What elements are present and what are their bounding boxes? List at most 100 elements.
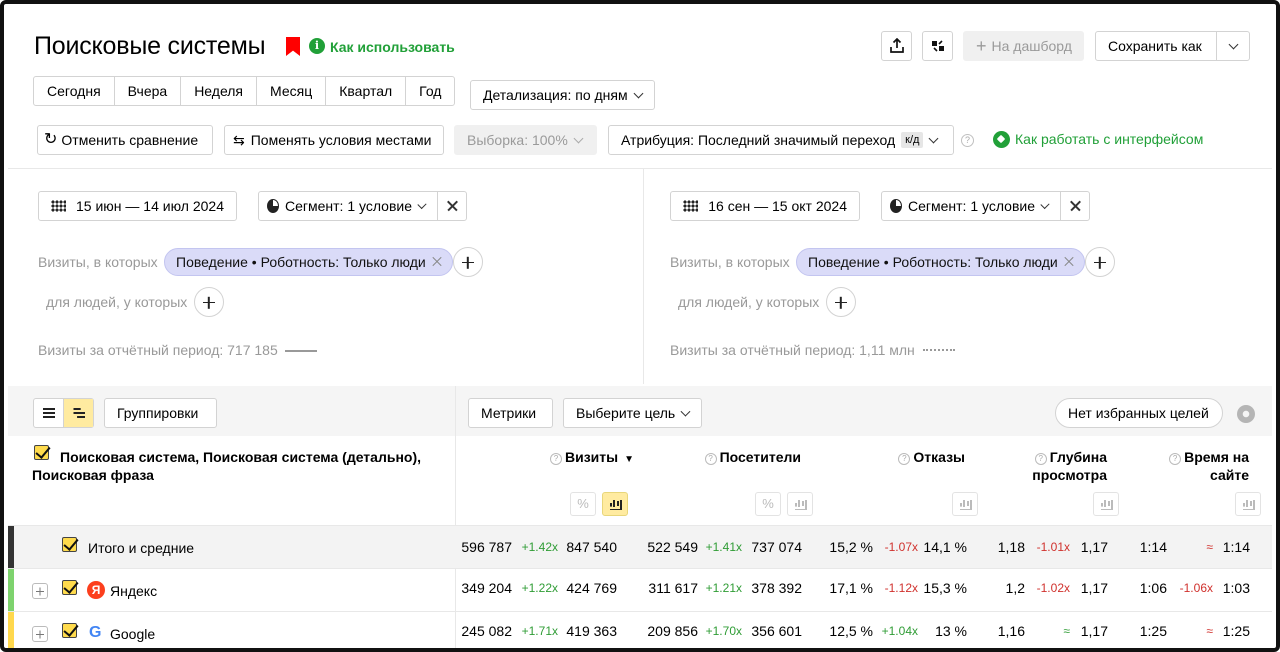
period-week[interactable]: Неделя — [181, 77, 258, 105]
bar-chart-icon — [1243, 500, 1255, 510]
date-range-a[interactable]: 15 июн — 14 июл 2024 — [38, 191, 237, 221]
help-icon[interactable]: ? — [898, 453, 911, 465]
pie-chart-icon — [267, 199, 279, 213]
remove-segment-b-button[interactable] — [1060, 191, 1090, 221]
help-icon[interactable]: ? — [549, 453, 562, 465]
chart-toggle[interactable] — [1235, 492, 1261, 516]
remove-segment-a-button[interactable] — [437, 191, 467, 221]
visits-total-a: Визиты за отчётный период: 717 185 — [38, 342, 278, 358]
dimension-header[interactable]: Поисковая система, Поисковая система (де… — [32, 448, 432, 484]
chart-toggle[interactable] — [1093, 492, 1119, 516]
share-icon — [889, 38, 904, 53]
divider — [8, 168, 1272, 169]
chevron-down-icon — [633, 88, 644, 98]
condition-chip-b[interactable]: Поведение • Роботность: Только люди — [796, 248, 1085, 276]
attribution-label: Атрибуция: Последний значимый переход — [621, 132, 896, 148]
percent-icon: % — [762, 496, 774, 511]
attribution-dropdown[interactable]: Атрибуция: Последний значимый переход к/… — [608, 125, 954, 155]
period-yesterday[interactable]: Вчера — [115, 77, 182, 105]
row-checkbox[interactable] — [62, 580, 77, 595]
chip-separator: • — [251, 254, 257, 270]
people-where-label: для людей, у которых — [46, 294, 188, 310]
row-checkbox[interactable] — [62, 623, 77, 638]
swap-conditions-label: Поменять условия местами — [250, 132, 432, 148]
segment-dropdown-b[interactable]: Сегмент: 1 условие — [881, 191, 1061, 221]
help-icon[interactable]: ? — [961, 134, 974, 147]
help-icon[interactable]: ? — [704, 453, 717, 465]
bookmark-icon[interactable] — [286, 37, 300, 56]
how-to-use-link[interactable]: Как использовать — [330, 39, 455, 55]
cell-change: +1.21x — [705, 581, 742, 595]
how-to-work-link[interactable]: Как работать с интерфейсом — [1015, 131, 1203, 147]
divider — [643, 169, 644, 384]
cell-change: +1.42x — [521, 540, 558, 554]
detail-dropdown[interactable]: Детализация: по дням — [470, 80, 655, 110]
period-year[interactable]: Год — [406, 77, 454, 105]
save-as-button[interactable]: Сохранить как — [1095, 31, 1217, 61]
date-range-a-label: 15 июн — 14 июл 2024 — [76, 198, 224, 214]
cancel-compare-button[interactable]: ↻ Отменить сравнение — [37, 125, 213, 155]
share-button[interactable] — [881, 31, 912, 61]
chart-toggle[interactable] — [602, 492, 628, 516]
swap-conditions-button[interactable]: ⇆ Поменять условия местами — [224, 125, 444, 155]
cell-change: ≈ — [1063, 624, 1070, 638]
cell-change: ≈ — [1206, 624, 1213, 638]
save-as-dropdown[interactable] — [1216, 31, 1250, 61]
metric-header-visits[interactable]: ? Визиты ▼ — [524, 448, 634, 469]
add-people-condition-button[interactable] — [194, 287, 224, 317]
metric-header-depth[interactable]: ? Глубина просмотра — [1022, 448, 1107, 484]
sample-dropdown[interactable]: Выборка: 100% — [454, 125, 597, 155]
period-month[interactable]: Месяц — [257, 77, 327, 105]
metrics-button[interactable]: Метрики — [468, 398, 553, 428]
help-icon[interactable]: ? — [1034, 453, 1047, 465]
groupings-button[interactable]: Группировки — [104, 398, 217, 428]
list-view-button[interactable] — [34, 399, 63, 427]
split-icon — [931, 40, 944, 52]
cell-value-period-a: 1:06 — [1139, 580, 1167, 596]
gear-icon[interactable] — [1237, 405, 1255, 423]
percent-toggle[interactable]: % — [755, 492, 781, 516]
metric-header-label: Визиты — [564, 449, 619, 465]
cell-value-period-b: 14,1 % — [923, 539, 967, 555]
expand-row-button[interactable] — [32, 626, 48, 642]
compare-mode-button[interactable] — [922, 31, 953, 61]
help-icon[interactable]: ? — [1169, 453, 1182, 465]
add-to-dashboard-label: На дашборд — [991, 38, 1072, 54]
chart-toggle[interactable] — [787, 492, 813, 516]
percent-toggle[interactable]: % — [570, 492, 596, 516]
period-today[interactable]: Сегодня — [34, 77, 115, 105]
chart-toggle[interactable] — [952, 492, 978, 516]
row-checkbox[interactable] — [62, 537, 77, 552]
row-label: Яндекс — [110, 583, 158, 599]
cell-value-period-b: 1,17 — [1080, 623, 1108, 639]
close-icon[interactable] — [431, 256, 442, 267]
sort-desc-icon[interactable]: ▼ — [624, 454, 634, 465]
tree-view-button[interactable] — [63, 399, 93, 427]
add-people-condition-button[interactable] — [826, 287, 856, 317]
info-icon[interactable]: i — [309, 38, 325, 54]
period-quarter[interactable]: Квартал — [326, 77, 407, 105]
metric-header-visitors[interactable]: ? Посетители — [644, 448, 801, 466]
row-label: Итого и средние — [88, 540, 195, 556]
cell-value-period-b: 1:14 — [1222, 539, 1250, 555]
no-favorite-goals-button[interactable]: Нет избранных целей — [1055, 398, 1223, 428]
metric-header-bounces[interactable]: ? Отказы — [824, 448, 965, 466]
add-to-dashboard-button[interactable]: + На дашборд — [963, 31, 1084, 61]
yandex-logo-icon: Я — [87, 581, 105, 599]
choose-goal-dropdown[interactable]: Выберите цель — [563, 398, 702, 428]
close-icon[interactable] — [1063, 256, 1074, 267]
legend-solid-line — [285, 350, 317, 352]
expand-row-button[interactable] — [32, 583, 48, 599]
cell-value-period-a: 311 617 — [648, 580, 698, 596]
calendar-icon — [51, 200, 67, 212]
cell-value-period-b: 737 074 — [751, 539, 802, 555]
segment-dropdown-a[interactable]: Сегмент: 1 условие — [258, 191, 438, 221]
date-range-b[interactable]: 16 сен — 15 окт 2024 — [670, 191, 860, 221]
metric-header-time[interactable]: ? Время на сайте — [1164, 448, 1249, 484]
row-label: Google — [110, 626, 156, 642]
add-condition-button[interactable] — [453, 247, 483, 277]
cell-value-period-b: 424 769 — [566, 580, 617, 596]
groupings-label: Группировки — [117, 405, 199, 421]
add-condition-button[interactable] — [1085, 247, 1115, 277]
condition-chip-a[interactable]: Поведение • Роботность: Только люди — [164, 248, 453, 276]
